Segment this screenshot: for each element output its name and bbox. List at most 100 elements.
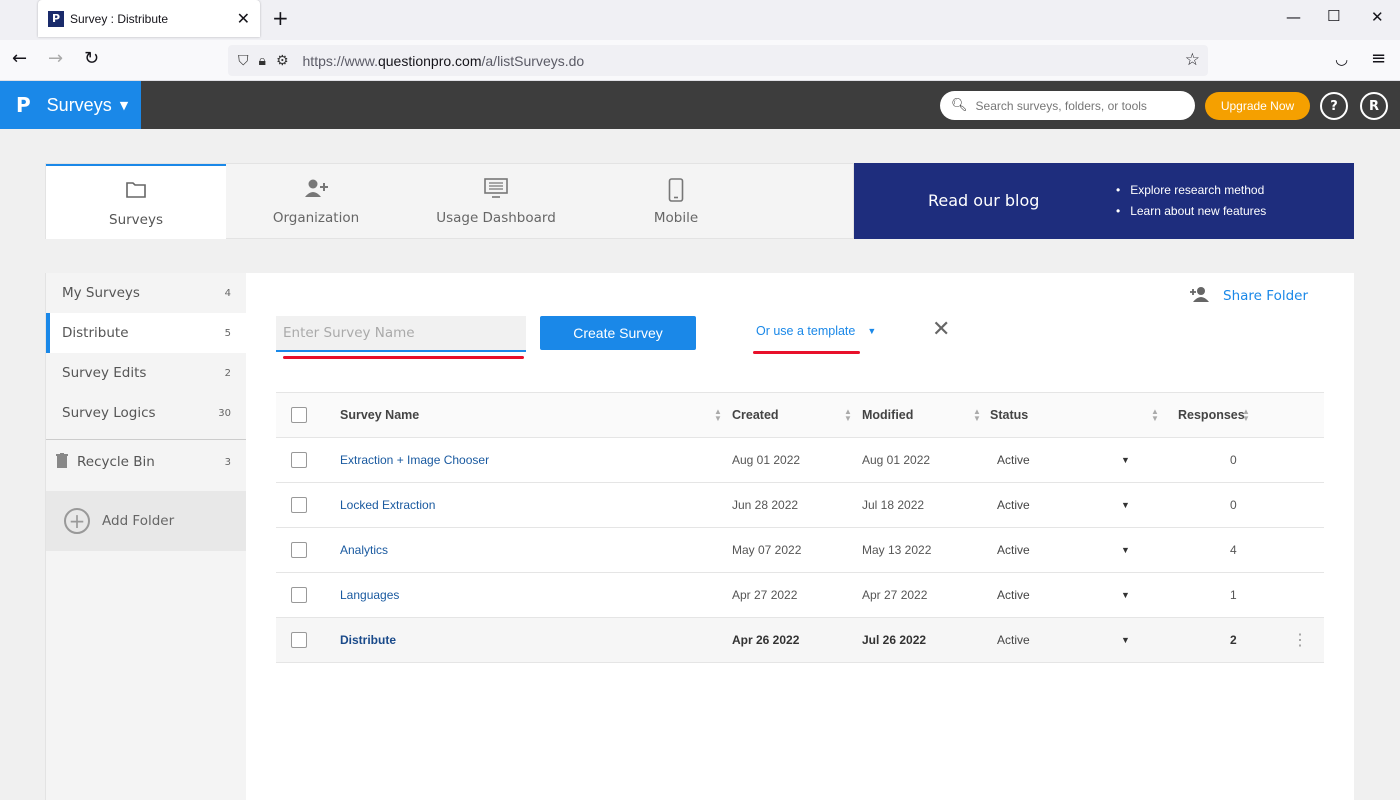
add-folder-button[interactable]: + Add Folder: [46, 491, 247, 551]
sidebar-item-distribute[interactable]: Distribute 5: [46, 313, 247, 353]
survey-name-link[interactable]: Distribute: [340, 618, 396, 662]
survey-name-link[interactable]: Extraction + Image Chooser: [340, 438, 489, 482]
header-created[interactable]: Created: [732, 393, 779, 437]
sidebar-item-count: 2: [224, 367, 231, 379]
header-survey-name[interactable]: Survey Name: [340, 393, 419, 437]
table-row[interactable]: Analytics May 07 2022 May 13 2022 Active…: [276, 528, 1324, 573]
sidebar-item-survey-logics[interactable]: Survey Logics 30: [46, 393, 247, 433]
sort-icon[interactable]: ▲ ▼: [844, 393, 852, 437]
row-select-cell: [291, 528, 307, 572]
created-date: Aug 01 2022: [732, 453, 801, 467]
permissions-icon[interactable]: ⚙: [276, 53, 289, 69]
sidebar-item-survey-edits[interactable]: Survey Edits 2: [46, 353, 247, 393]
shield-icon[interactable]: ⛉: [238, 53, 249, 69]
forward-icon[interactable]: →: [48, 48, 63, 69]
browser-navbar: ← → ↻ ⛉ 🔒︎ ⚙ https://www.questionpro.com…: [0, 40, 1400, 81]
minimize-icon[interactable]: —: [1286, 8, 1301, 26]
more-options-icon[interactable]: ⋮: [1292, 618, 1308, 662]
survey-name-link[interactable]: Languages: [340, 573, 399, 617]
sidebar-item-label: Survey Edits: [62, 365, 147, 381]
close-icon[interactable]: ✕: [932, 319, 950, 341]
row-select-cell: [291, 573, 307, 617]
row-checkbox[interactable]: [291, 497, 307, 513]
status-value[interactable]: Active: [997, 483, 1030, 527]
responses-count[interactable]: 4: [1230, 528, 1237, 572]
bookmark-star-icon[interactable]: ☆: [1185, 50, 1200, 70]
status-value[interactable]: Active: [997, 618, 1030, 662]
survey-name-link[interactable]: Analytics: [340, 528, 388, 572]
created-date: May 07 2022: [732, 543, 802, 557]
blog-bullets: Explore research method Learn about new …: [1116, 183, 1266, 225]
header-modified[interactable]: Modified: [862, 393, 913, 437]
table-row-current[interactable]: Distribute Apr 26 2022 Jul 26 2022 Activ…: [276, 618, 1324, 663]
pocket-icon[interactable]: ◡: [1335, 50, 1348, 68]
global-search[interactable]: 🔍︎: [940, 91, 1195, 120]
url-text[interactable]: https://www.questionpro.com/a/listSurvey…: [303, 53, 585, 69]
select-all-checkbox[interactable]: [291, 407, 307, 423]
responses-count[interactable]: 0: [1230, 438, 1237, 482]
created-date: Apr 27 2022: [732, 588, 798, 602]
module-tab-usage-dashboard[interactable]: Usage Dashboard: [406, 164, 586, 239]
sidebar-item-count: 4: [224, 287, 231, 299]
row-checkbox[interactable]: [291, 632, 307, 648]
sort-icon[interactable]: ▲ ▼: [1242, 393, 1250, 437]
row-checkbox[interactable]: [291, 452, 307, 468]
product-switcher[interactable]: P Surveys ▼: [0, 81, 141, 129]
help-button[interactable]: ?: [1320, 92, 1348, 120]
module-tab-label: Surveys: [109, 212, 163, 228]
sidebar-item-my-surveys[interactable]: My Surveys 4: [46, 273, 247, 313]
row-checkbox[interactable]: [291, 542, 307, 558]
status-caret-icon[interactable]: ▼: [1121, 528, 1130, 572]
create-survey-button[interactable]: Create Survey: [540, 316, 696, 350]
status-value[interactable]: Active: [997, 528, 1030, 572]
responses-count[interactable]: 1: [1230, 573, 1237, 617]
row-checkbox[interactable]: [291, 587, 307, 603]
status-caret-icon[interactable]: ▼: [1121, 483, 1130, 527]
table-row[interactable]: Locked Extraction Jun 28 2022 Jul 18 202…: [276, 483, 1324, 528]
back-icon[interactable]: ←: [12, 48, 27, 69]
survey-name-link[interactable]: Locked Extraction: [340, 483, 435, 527]
reload-icon[interactable]: ↻: [84, 48, 99, 69]
status-caret-icon[interactable]: ▼: [1121, 618, 1130, 662]
status-caret-icon[interactable]: ▼: [1121, 573, 1130, 617]
sidebar-item-recycle-bin[interactable]: Recycle Bin 3: [46, 442, 247, 482]
table-row[interactable]: Extraction + Image Chooser Aug 01 2022 A…: [276, 438, 1324, 483]
status-value[interactable]: Active: [997, 438, 1030, 482]
blog-banner[interactable]: Read our blog Explore research method Le…: [854, 163, 1354, 239]
status-value[interactable]: Active: [997, 573, 1030, 617]
sort-icon[interactable]: ▲ ▼: [1151, 393, 1159, 437]
browser-tabbar: P Survey : Distribute ✕ + — ☐ ✕: [0, 0, 1400, 40]
header-status[interactable]: Status: [990, 393, 1028, 437]
menu-icon[interactable]: ≡: [1371, 48, 1386, 69]
search-input[interactable]: [975, 98, 1186, 113]
responses-count[interactable]: 2: [1230, 618, 1237, 662]
table-row[interactable]: Languages Apr 27 2022 Apr 27 2022 Active…: [276, 573, 1324, 618]
template-dropdown[interactable]: Or use a template ▼: [756, 324, 876, 338]
module-tab-surveys[interactable]: Surveys: [46, 164, 226, 239]
avatar[interactable]: R: [1360, 92, 1388, 120]
folder-sidebar: My Surveys 4 Distribute 5 Survey Edits 2…: [45, 273, 247, 800]
row-select-cell: [291, 438, 307, 482]
browser-tab[interactable]: P Survey : Distribute ✕: [38, 0, 260, 37]
questionpro-logo-icon: P: [16, 93, 31, 117]
upgrade-button[interactable]: Upgrade Now: [1205, 92, 1310, 120]
module-tab-mobile[interactable]: Mobile: [586, 164, 766, 239]
survey-list-panel: Share Folder Create Survey Or use a temp…: [246, 273, 1354, 800]
blog-bullet: Learn about new features: [1116, 204, 1266, 218]
status-caret-icon[interactable]: ▼: [1121, 438, 1130, 482]
header-responses[interactable]: Responses: [1178, 393, 1245, 437]
share-folder-button[interactable]: Share Folder: [1189, 286, 1308, 306]
new-tab-icon[interactable]: +: [272, 6, 289, 30]
survey-name-input[interactable]: [276, 316, 526, 350]
address-bar[interactable]: ⛉ 🔒︎ ⚙ https://www.questionpro.com/a/lis…: [228, 45, 1208, 76]
window-close-icon[interactable]: ✕: [1371, 8, 1384, 26]
sort-icon[interactable]: ▲ ▼: [714, 393, 722, 437]
maximize-icon[interactable]: ☐: [1327, 7, 1340, 25]
responses-count[interactable]: 0: [1230, 483, 1237, 527]
lock-icon[interactable]: 🔒︎: [259, 53, 266, 69]
close-tab-icon[interactable]: ✕: [237, 10, 250, 27]
sidebar-item-count: 5: [224, 327, 231, 339]
module-tab-organization[interactable]: Organization: [226, 164, 406, 239]
survey-name-field[interactable]: [276, 316, 526, 352]
sort-icon[interactable]: ▲ ▼: [973, 393, 981, 437]
